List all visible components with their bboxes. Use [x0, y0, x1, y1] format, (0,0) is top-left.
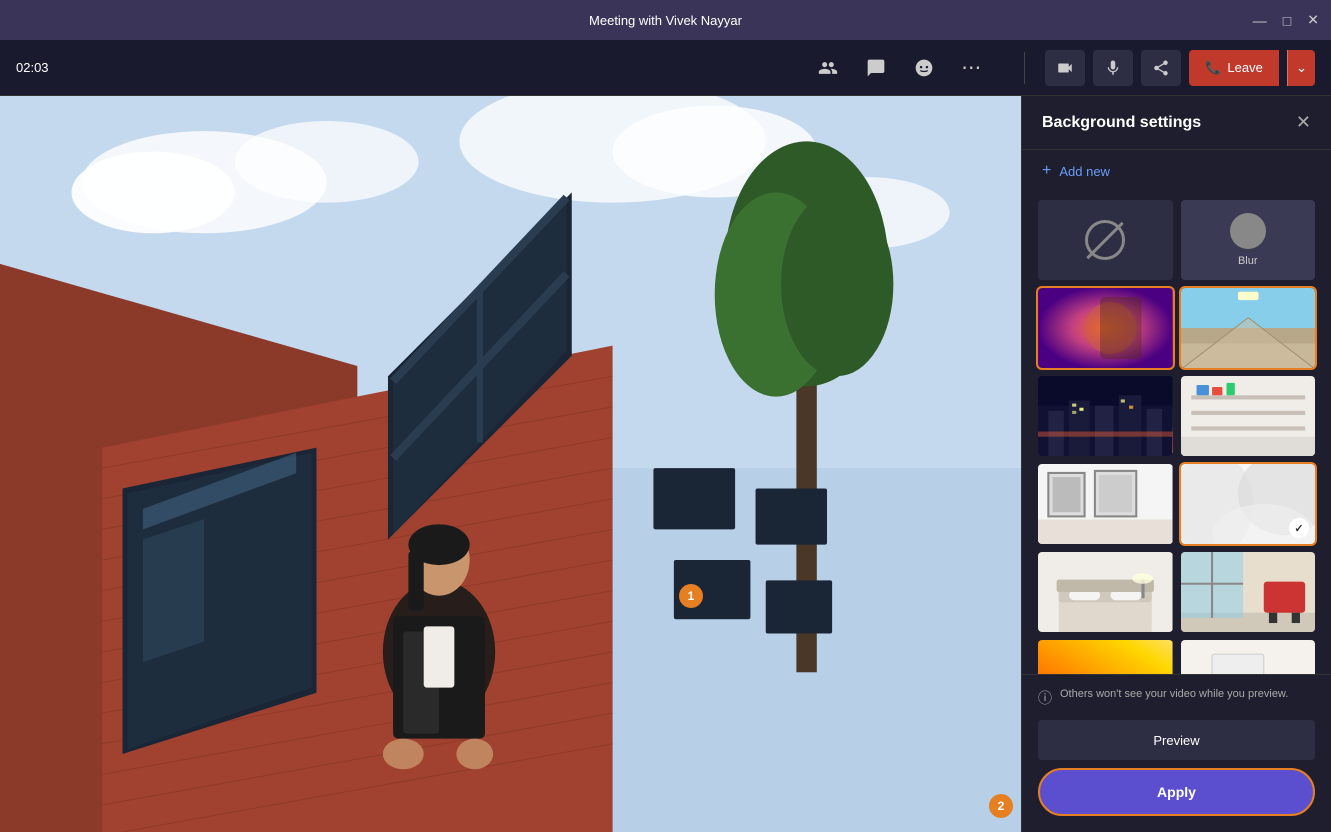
apply-button[interactable]: Apply [1038, 768, 1315, 816]
people-icon[interactable] [812, 52, 844, 84]
microphone-button[interactable] [1093, 50, 1133, 86]
selected-check-icon [1289, 518, 1309, 538]
leave-dropdown-button[interactable]: ⌄ [1287, 50, 1315, 86]
bg-bedroom[interactable] [1038, 552, 1173, 632]
bg-modern-office[interactable] [1181, 552, 1316, 632]
leave-button[interactable]: 📞 Leave [1189, 50, 1279, 86]
bg-office-white[interactable] [1181, 376, 1316, 456]
add-new-label: Add new [1059, 164, 1110, 179]
blur-label: Blur [1238, 255, 1258, 267]
bg-room-frames[interactable] [1038, 464, 1173, 544]
bg-none[interactable] [1038, 200, 1173, 280]
info-icon: ⓘ [1038, 688, 1052, 708]
panel-bottom: ⓘ Others won't see your video while you … [1022, 674, 1331, 832]
toolbar: 02:03 ⋯ [0, 40, 1331, 96]
panel-title: Background settings [1042, 114, 1201, 132]
info-text: Others won't see your video while you pr… [1060, 687, 1288, 702]
panel-close-button[interactable]: ✕ [1296, 112, 1311, 133]
bg-partial[interactable] [1181, 640, 1316, 674]
reactions-icon[interactable] [908, 52, 940, 84]
bg-gradient-art[interactable] [1038, 288, 1173, 368]
info-row: ⓘ Others won't see your video while you … [1038, 687, 1315, 708]
camera-button[interactable] [1045, 50, 1085, 86]
badge-1: 1 [679, 584, 703, 608]
blur-avatar [1230, 213, 1266, 249]
window-title: Meeting with Vivek Nayyar [589, 13, 742, 28]
window-controls: — □ ✕ [1253, 12, 1319, 29]
background-grid: Blur [1022, 192, 1331, 674]
toolbar-actions: 📞 Leave ⌄ [1045, 50, 1315, 86]
bg-city-night[interactable] [1038, 376, 1173, 456]
add-new-icon: + [1042, 162, 1051, 180]
content-area: 1 Background settings ✕ + Add new [0, 96, 1331, 832]
none-icon [1085, 220, 1125, 260]
chat-icon[interactable] [860, 52, 892, 84]
badge-2: 2 [989, 794, 1013, 818]
close-icon[interactable]: ✕ [1307, 12, 1319, 29]
preview-button[interactable]: Preview [1038, 720, 1315, 760]
add-new-button[interactable]: + Add new [1022, 150, 1331, 192]
video-area: 1 [0, 96, 1021, 832]
bg-orange-gradient[interactable] [1038, 640, 1173, 674]
maximize-icon[interactable]: □ [1283, 12, 1291, 28]
share-button[interactable] [1141, 50, 1181, 86]
minimize-icon[interactable]: — [1253, 12, 1267, 28]
toolbar-icons: ⋯ [812, 52, 988, 84]
title-bar: Meeting with Vivek Nayyar — □ ✕ [0, 0, 1331, 40]
bg-hallway[interactable] [1181, 288, 1316, 368]
more-icon[interactable]: ⋯ [956, 52, 988, 84]
app-container: 02:03 ⋯ [0, 40, 1331, 832]
call-timer: 02:03 [16, 60, 49, 75]
bg-blur[interactable]: Blur [1181, 200, 1316, 280]
bg-abstract-white[interactable] [1181, 464, 1316, 544]
toolbar-divider [1024, 52, 1025, 84]
panel-header: Background settings ✕ [1022, 96, 1331, 150]
side-panel: Background settings ✕ + Add new Blur [1021, 96, 1331, 832]
